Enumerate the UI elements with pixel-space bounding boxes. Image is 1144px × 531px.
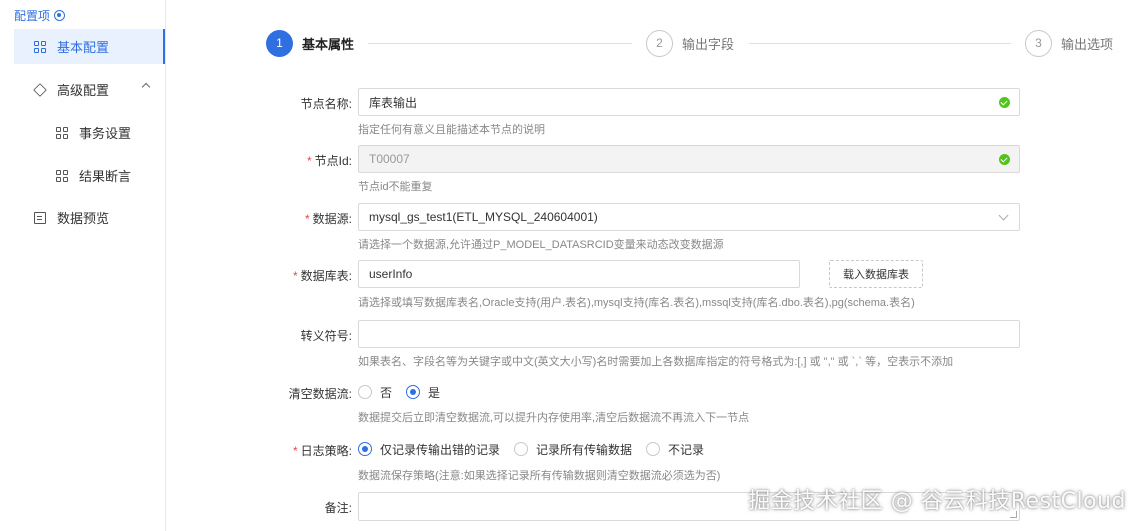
radio-icon	[514, 442, 529, 456]
radio-label: 是	[428, 385, 441, 400]
node-name-input[interactable]: 库表输出	[358, 88, 1020, 116]
grid-icon	[56, 126, 68, 139]
sidebar-item-label: 结果断言	[79, 169, 132, 184]
node-id-input: T00007	[358, 145, 1020, 173]
log-policy-option-all[interactable]: 记录所有传输数据	[514, 441, 632, 458]
step-connector	[368, 43, 632, 44]
escape-label: 转义符号:	[300, 329, 352, 343]
step-connector	[749, 43, 1011, 44]
log-policy-label-text: 日志策略:	[300, 444, 352, 458]
sidebar-item-label: 事务设置	[79, 126, 132, 141]
grid-icon	[34, 40, 46, 53]
log-policy-hint: 数据流保存策略(注意:如果选择记录所有传输数据则清空数据流必须选为否)	[358, 470, 721, 482]
step-number: 3	[1025, 29, 1052, 57]
escape-input[interactable]	[358, 320, 1020, 348]
step-basic-properties[interactable]: 1 基本属性	[266, 29, 354, 57]
grid-icon	[56, 169, 68, 182]
sidebar-item-data-preview[interactable]: 数据预览	[14, 200, 165, 235]
clear-stream-hint: 数据提交后立即清空数据流,可以提升内存使用率,清空后数据流不再流入下一节点	[358, 412, 750, 424]
sidebar-item-advanced-config[interactable]: 高级配置	[14, 72, 165, 107]
sidebar-item-result-assertion[interactable]: 结果断言	[14, 158, 165, 193]
sidebar-item-label: 数据预览	[57, 211, 110, 226]
document-icon	[34, 211, 46, 224]
radio-label: 否	[380, 385, 393, 400]
required-asterisk-icon: *	[292, 269, 298, 283]
log-policy-label: * 日志策略:	[270, 442, 352, 459]
step-label: 输出选项	[1061, 36, 1114, 52]
required-asterisk-icon: *	[304, 212, 310, 226]
radio-icon	[358, 385, 372, 399]
step-number: 1	[266, 29, 293, 57]
chevron-down-icon	[998, 210, 1009, 221]
clear-stream-option-no[interactable]: 否	[358, 384, 392, 401]
step-output-fields[interactable]: 2 输出字段	[646, 29, 734, 57]
node-id-hint: 节点id不能重复	[358, 181, 433, 193]
datasource-label: * 数据源:	[270, 210, 352, 227]
escape-hint: 如果表名、字段名等为关键字或中文(英文大小写)名时需要加上各数据库指定的符号格式…	[358, 356, 954, 368]
datasource-value: mysql_gs_test1(ETL_MYSQL_240604001)	[369, 210, 598, 224]
datasource-label-text: 数据源:	[312, 212, 352, 226]
sidebar-item-transaction-settings[interactable]: 事务设置	[14, 115, 165, 150]
table-input[interactable]: userInfo	[358, 260, 800, 288]
clear-stream-radio-group: 否 是	[358, 378, 454, 406]
required-asterisk-icon: *	[292, 444, 298, 458]
remark-label: 备注:	[324, 501, 352, 515]
sidebar-item-basic-config[interactable]: 基本配置	[14, 29, 165, 64]
log-policy-option-errors[interactable]: 仅记录传输出错的记录	[358, 441, 500, 458]
sidebar-item-label: 高级配置	[57, 83, 110, 98]
node-name-hint: 指定任何有意义且能描述本节点的说明	[358, 124, 545, 136]
step-label: 输出字段	[682, 36, 735, 52]
required-asterisk-icon: *	[306, 154, 312, 168]
node-id-value: T00007	[369, 152, 410, 166]
check-circle-icon	[999, 97, 1010, 108]
radio-label: 不记录	[668, 442, 705, 457]
load-tables-button[interactable]: 载入数据库表	[829, 260, 923, 288]
log-policy-option-none[interactable]: 不记录	[646, 441, 704, 458]
step-number: 2	[646, 29, 673, 57]
step-label: 基本属性	[302, 36, 355, 52]
step-output-options[interactable]: 3 输出选项	[1025, 29, 1113, 57]
radio-label: 仅记录传输出错的记录	[380, 442, 501, 457]
table-label-text: 数据库表:	[300, 269, 352, 283]
clear-stream-option-yes[interactable]: 是	[406, 384, 440, 401]
table-label: * 数据库表:	[270, 267, 352, 284]
watermark: 掘金技术社区 @ 谷云科技RestCloud	[748, 489, 1126, 514]
sidebar-header: 配置项	[14, 7, 66, 23]
node-id-label-text: 节点Id:	[314, 154, 352, 168]
datasource-select[interactable]: mysql_gs_test1(ETL_MYSQL_240604001)	[358, 203, 1020, 231]
check-circle-icon	[999, 154, 1010, 165]
sidebar: 配置项 基本配置 高级配置 事务设置 结果断言 数据预览	[0, 0, 166, 531]
sidebar-item-label: 基本配置	[57, 40, 110, 55]
table-value: userInfo	[369, 267, 413, 281]
radio-icon	[646, 442, 661, 456]
datasource-hint: 请选择一个数据源,允许通过P_MODEL_DATASRCID变量来动态改变数据源	[358, 239, 724, 251]
node-name-value: 库表输出	[369, 95, 418, 110]
table-hint: 请选择或填写数据库表名,Oracle支持(用户.表名),mysql支持(库名.表…	[358, 297, 915, 309]
radio-label: 记录所有传输数据	[536, 442, 633, 457]
steps-bar: 1 基本属性 2 输出字段 3 输出选项	[266, 29, 1114, 57]
cube-icon	[33, 82, 47, 97]
clear-stream-label: 清空数据流:	[288, 387, 352, 401]
radio-selected-icon	[406, 385, 421, 399]
radio-selected-icon	[358, 442, 372, 456]
log-policy-radio-group: 仅记录传输出错的记录 记录所有传输数据 不记录	[358, 435, 718, 463]
chevron-up-icon	[141, 82, 151, 92]
target-icon[interactable]	[54, 9, 66, 21]
sidebar-header-label: 配置项	[14, 8, 51, 23]
node-id-label: * 节点Id:	[270, 152, 352, 169]
node-name-label: 节点名称:	[300, 97, 352, 111]
